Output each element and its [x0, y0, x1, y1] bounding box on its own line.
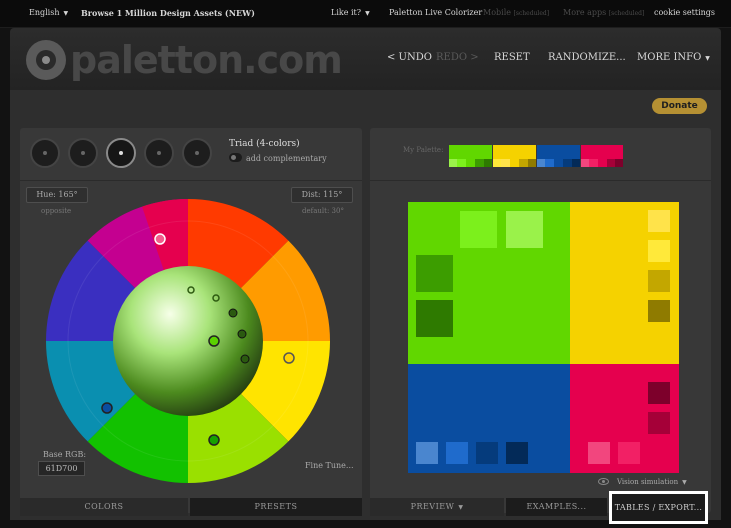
primary-handle [208, 335, 220, 347]
base-handle [208, 434, 220, 446]
my-palette-label: My Palette: [403, 146, 444, 154]
fine-tune-button[interactable]: Fine Tune... [305, 461, 354, 470]
secondary-handle-1 [283, 352, 295, 364]
palette-strip[interactable] [449, 145, 623, 167]
palette-primary [449, 145, 492, 159]
palette-secondary-2 [537, 145, 580, 159]
tab-colors[interactable]: COLORS [20, 498, 188, 516]
tetrad-scheme-icon[interactable] [144, 138, 174, 168]
undo-button[interactable]: < UNDO [387, 52, 432, 63]
reset-button[interactable]: RESET [494, 52, 530, 63]
palette-secondary-1 [493, 145, 536, 159]
add-complementary-label: add complementary [246, 154, 327, 163]
like-it-menu[interactable]: Like it? ▼ [331, 8, 370, 17]
eye-icon[interactable] [598, 478, 609, 485]
top-bar: English ▼ Browse 1 Million Design Assets … [0, 0, 731, 28]
cookie-settings-link[interactable]: cookie settings [654, 8, 715, 17]
tables-export-button[interactable]: TABLES / EXPORT... [609, 491, 708, 524]
free-scheme-icon[interactable] [182, 138, 212, 168]
divider [20, 180, 362, 181]
tab-examples[interactable]: EXAMPLES... [506, 498, 607, 516]
randomize-button[interactable]: RANDOMIZE... [548, 52, 626, 63]
more-info-menu[interactable]: MORE INFO ▼ [637, 52, 710, 63]
base-rgb-input[interactable]: 61D700 [38, 461, 85, 476]
logo-text[interactable]: paletton.com [70, 38, 343, 82]
browse-assets-link[interactable]: Browse 1 Million Design Assets (NEW) [81, 8, 255, 18]
live-colorizer-link[interactable]: Paletton Live Colorizer [389, 8, 482, 17]
tab-preview[interactable]: PREVIEW ▼ [370, 498, 504, 516]
divider [370, 180, 711, 181]
redo-button: REDO > [436, 52, 479, 63]
mobile-link: Mobile [scheduled] [483, 8, 550, 17]
more-apps-link: More apps [scheduled] [563, 8, 645, 17]
secondary-handle-2 [101, 402, 113, 414]
vision-simulation-menu[interactable]: Vision simulation ▼ [617, 478, 687, 486]
palette-preview[interactable] [408, 202, 679, 473]
adjacent-scheme-icon[interactable] [68, 138, 98, 168]
base-rgb-label: Base RGB: [43, 450, 87, 459]
logo-mark-icon [26, 40, 66, 80]
mono-scheme-icon[interactable] [30, 138, 60, 168]
tab-presets[interactable]: PRESETS [190, 498, 362, 516]
color-wheel[interactable] [46, 199, 330, 483]
language-selector[interactable]: English ▼ [29, 8, 68, 17]
complement-handle [154, 233, 166, 245]
palette-complement [581, 145, 623, 159]
donate-button[interactable]: Donate [652, 98, 707, 114]
triad-scheme-icon[interactable] [106, 138, 136, 168]
add-complementary-toggle[interactable] [229, 153, 242, 162]
scheme-name: Triad (4-colors) [229, 139, 300, 149]
